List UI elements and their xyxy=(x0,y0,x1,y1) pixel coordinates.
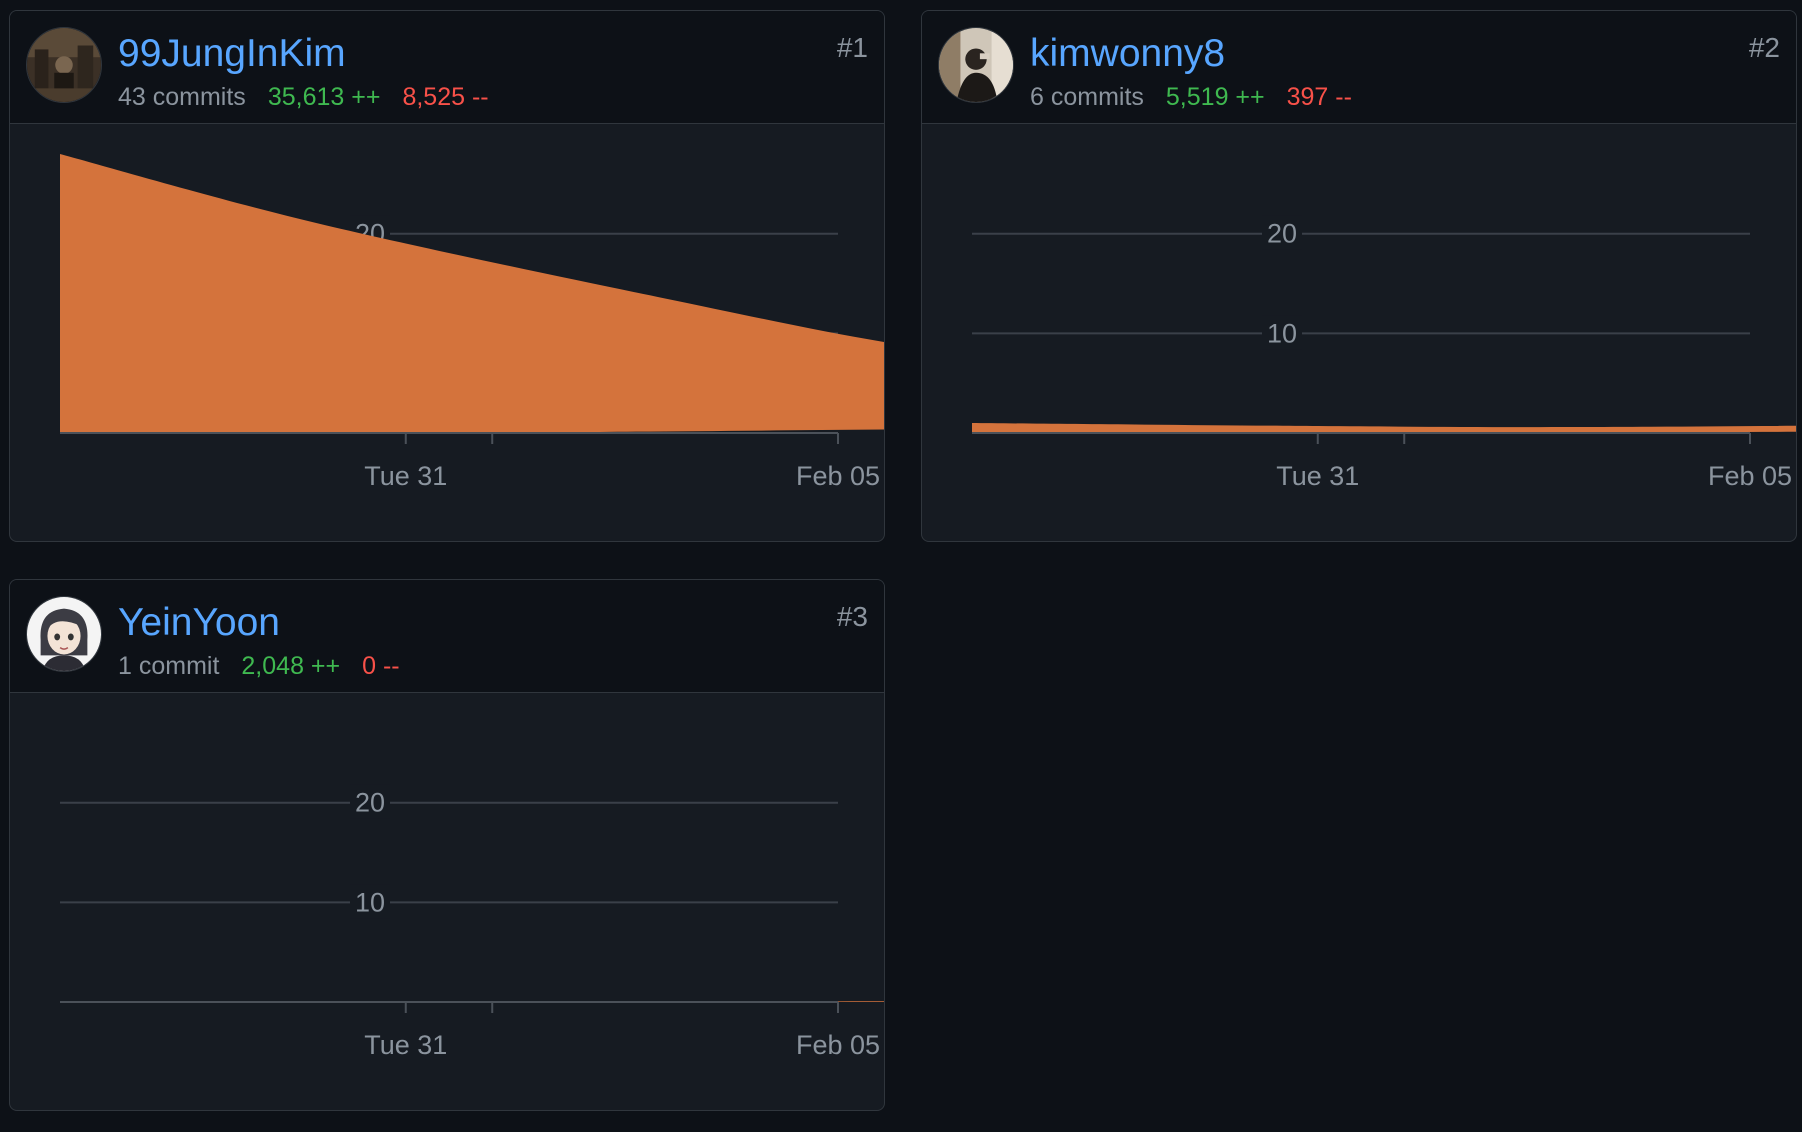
contributor-card: kimwonny8 6 commits 5,519 ++ 397 -- #2 10 2… xyxy=(921,10,1797,542)
commit-count-link[interactable]: 1 commit xyxy=(118,652,219,680)
x-tick-label: Tue 31 xyxy=(364,1030,447,1060)
contributor-header: kimwonny8 6 commits 5,519 ++ 397 -- #2 xyxy=(922,11,1796,124)
user-avatar-photo-icon xyxy=(27,28,101,102)
username-link[interactable]: 99JungInKim xyxy=(118,31,346,77)
user-avatar-photo-icon xyxy=(939,28,1013,102)
deletions-count: 8,525 -- xyxy=(402,83,489,111)
commit-activity-chart: 1020Tue 31Feb 05Sat 11Fri 17Thu 23March xyxy=(972,215,1796,491)
commit-area-series xyxy=(60,1001,884,1002)
x-tick-label: Tue 31 xyxy=(1276,461,1359,491)
commit-activity-chart: 1020Tue 31Feb 05Sat 11Fri 17Thu 23March xyxy=(60,154,884,491)
additions-count: 35,613 ++ xyxy=(267,83,381,111)
deletions-count: 397 -- xyxy=(1286,83,1352,111)
username-link[interactable]: YeinYoon xyxy=(118,600,280,646)
contribution-stats: 43 commits 35,613 ++ 8,525 -- xyxy=(118,81,489,113)
deletions-count: 0 -- xyxy=(362,652,400,680)
contributor-header: YeinYoon 1 commit 2,048 ++ 0 -- #3 xyxy=(10,580,884,693)
additions-count: 2,048 ++ xyxy=(241,652,341,680)
rank-label: #2 xyxy=(1748,32,1780,63)
avatar[interactable] xyxy=(26,27,102,103)
rank-label: #3 xyxy=(836,601,868,632)
contributor-card: YeinYoon 1 commit 2,048 ++ 0 -- #3 10 20 Tue… xyxy=(9,579,885,1111)
contribution-stats: 1 commit 2,048 ++ 0 -- xyxy=(118,650,400,682)
y-tick-label: 10 xyxy=(355,887,385,917)
additions-count: 5,519 ++ xyxy=(1165,83,1265,111)
x-tick-label: Feb 05 xyxy=(1708,461,1792,491)
contributor-card: 99JungInKim 43 commits 35,613 ++ 8,525 -- … xyxy=(9,10,885,542)
avatar[interactable] xyxy=(26,596,102,672)
commit-count-link[interactable]: 6 commits xyxy=(1030,83,1144,111)
x-tick-label: Tue 31 xyxy=(364,461,447,491)
commit-area-series xyxy=(60,154,884,433)
rank-label: #1 xyxy=(836,32,868,63)
commit-activity-chart: 1020Tue 31Feb 05Sat 11Fri 17Thu 23March xyxy=(60,784,884,1060)
avatar[interactable] xyxy=(938,27,1014,103)
commit-area-series xyxy=(972,423,1796,433)
contribution-stats: 6 commits 5,519 ++ 397 -- xyxy=(1030,81,1352,113)
x-tick-label: Feb 05 xyxy=(796,461,880,491)
y-tick-label: 10 xyxy=(1267,318,1297,348)
y-tick-label: 20 xyxy=(355,788,385,818)
commit-count-link[interactable]: 43 commits xyxy=(118,83,246,111)
user-avatar-illustration-icon xyxy=(27,597,101,671)
username-link[interactable]: kimwonny8 xyxy=(1030,31,1225,77)
x-tick-label: Feb 05 xyxy=(796,1030,880,1060)
contributor-header: 99JungInKim 43 commits 35,613 ++ 8,525 -- … xyxy=(10,11,884,124)
y-tick-label: 20 xyxy=(1267,219,1297,249)
